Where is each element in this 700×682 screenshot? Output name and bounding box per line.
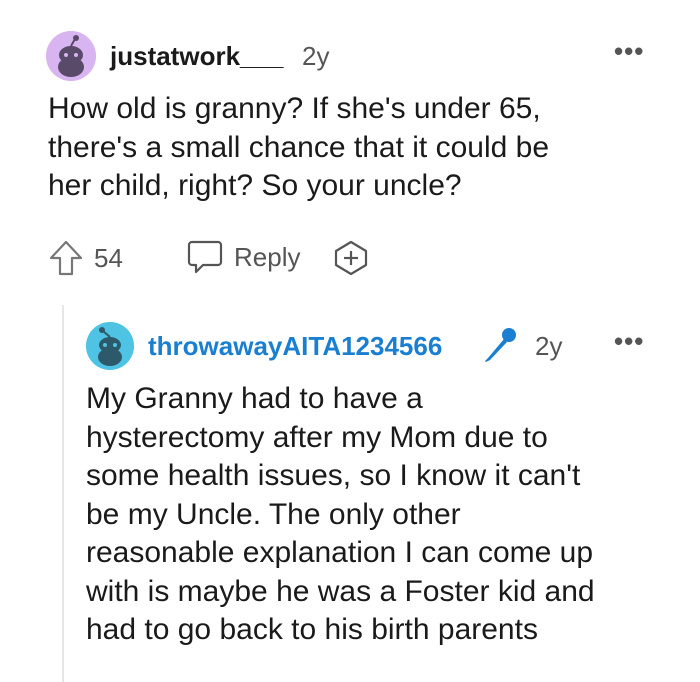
reply-button[interactable]: Reply	[186, 239, 300, 275]
reply-body-line: My Granny had to have a	[86, 382, 423, 415]
reply-body-line: reasonable explanation I can come up	[86, 536, 594, 569]
reply-more-options-button[interactable]: •••	[614, 328, 644, 354]
thread-line[interactable]	[62, 305, 64, 682]
reply-age: 2y	[535, 331, 563, 361]
reply-bubble-icon	[187, 240, 223, 274]
reply-username[interactable]: throwawayAITA1234566	[148, 331, 442, 361]
upvote-count: 54	[94, 242, 123, 273]
comment-body-line: How old is granny? If she's under 65,	[48, 92, 541, 125]
award-button[interactable]	[332, 239, 370, 277]
comment-body-line: her child, right? So your uncle?	[48, 169, 462, 202]
reply-body-line: had to go back to his birth parents	[86, 613, 538, 646]
snoo-icon	[46, 31, 96, 81]
comment-age: 2y	[302, 41, 330, 71]
more-options-button[interactable]: •••	[614, 38, 644, 64]
op-mic-icon	[482, 326, 518, 369]
add-award-icon	[334, 240, 368, 276]
upvote-button[interactable]: 54	[48, 239, 123, 277]
reply-user-avatar[interactable]	[86, 322, 134, 370]
comment-username[interactable]: justatwork___	[110, 41, 283, 71]
reply-body-line: with is maybe he was a Foster kid and	[86, 574, 595, 608]
reply-body-line: some health issues, so I know it can't	[86, 459, 581, 492]
reply-label: Reply	[234, 241, 301, 272]
snoo-icon	[86, 322, 134, 370]
reply-body-line: hysterectomy after my Mom due to	[86, 420, 548, 454]
comment-body-line: there's a small chance that it could be	[48, 130, 550, 164]
comment-body: How old is granny? If she's under 65, th…	[48, 90, 549, 206]
user-avatar[interactable]	[46, 31, 96, 81]
reply-body-line: be my Uncle. The only other	[86, 497, 461, 531]
reply-body: My Granny had to have a hysterectomy aft…	[86, 380, 595, 650]
upvote-arrow-icon	[49, 240, 83, 276]
